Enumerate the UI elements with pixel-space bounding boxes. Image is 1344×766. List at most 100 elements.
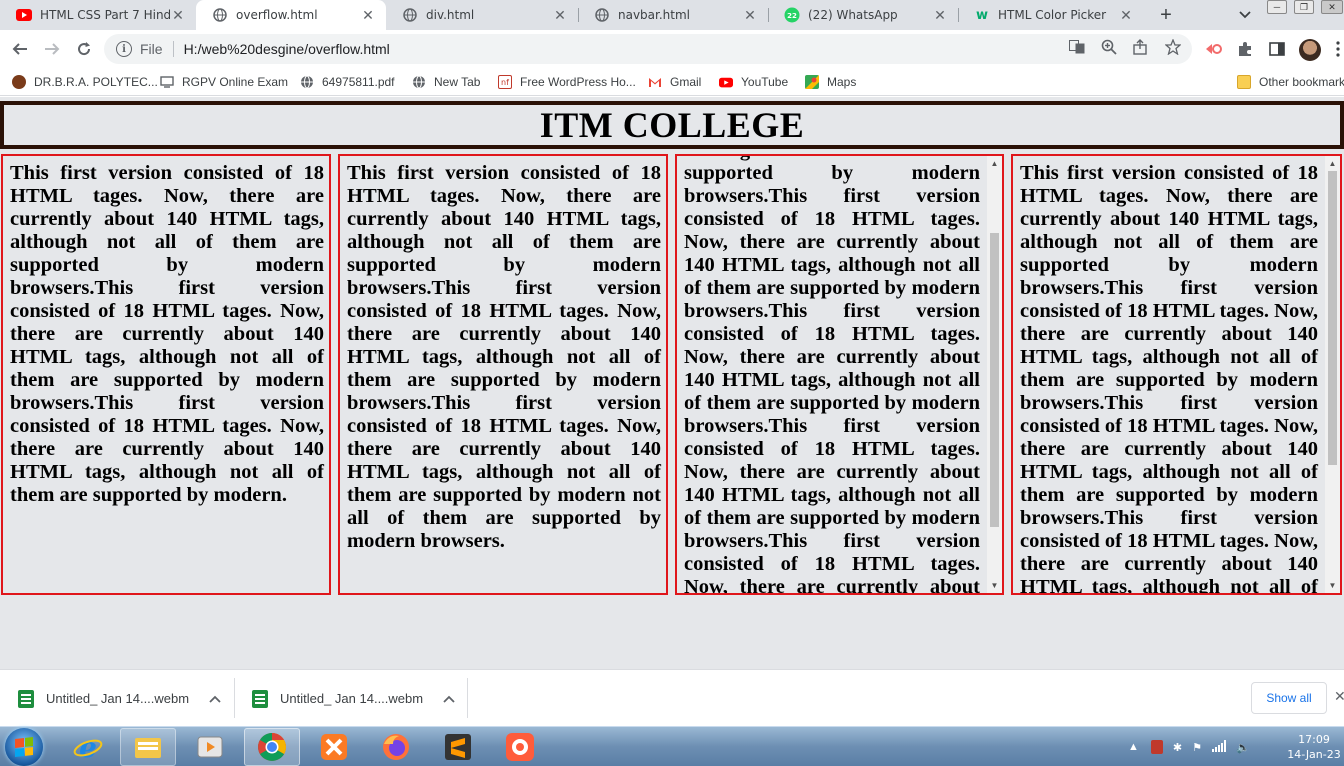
bookmark-gmail[interactable]: Gmail (648, 73, 701, 91)
window-close-button[interactable]: ✕ (1321, 0, 1343, 14)
bookmark-college[interactable]: DR.B.R.A. POLYTEC... (12, 73, 158, 91)
security-icon[interactable] (1150, 740, 1163, 754)
tab-div[interactable]: div.html ✕ (386, 0, 578, 30)
tab-strip: HTML CSS Part 7 Hindi ✕ overflow.html ✕ … (0, 0, 1344, 30)
screen-recorder-icon[interactable] (492, 728, 548, 766)
download-item[interactable]: Untitled_ Jan 14....webm (0, 670, 221, 727)
bookmark-other[interactable]: Other bookmarks (1237, 73, 1344, 91)
side-panel-icon[interactable] (1267, 39, 1287, 59)
show-all-button[interactable]: Show all (1251, 682, 1327, 714)
share-icon[interactable] (1132, 38, 1150, 56)
url-text[interactable]: H:/web%20desgine/overflow.html (184, 41, 390, 57)
sublime-text-icon[interactable] (430, 728, 486, 766)
college-icon (12, 75, 26, 89)
tab-title: HTML Color Picker (998, 8, 1107, 22)
globe-icon (300, 75, 314, 89)
vertical-scrollbar[interactable]: ▲ ▼ (987, 156, 1002, 593)
scroll-down-icon[interactable]: ▼ (987, 578, 1002, 593)
scroll-up-icon[interactable]: ▲ (1325, 156, 1340, 171)
windows-logo-icon (15, 737, 33, 757)
profile-avatar[interactable] (1299, 39, 1321, 61)
box-text: This first version consisted of 18 HTML … (347, 162, 661, 552)
webm-file-icon (18, 689, 34, 708)
tab-search-icon[interactable] (1236, 6, 1254, 24)
bookmark-youtube[interactable]: YouTube (719, 73, 788, 91)
page-title: ITM COLLEGE (539, 105, 805, 145)
wordpress-icon: nf (498, 75, 512, 89)
scrollbar-thumb[interactable] (990, 232, 999, 528)
webm-file-icon (252, 689, 268, 708)
close-icon[interactable]: ✕ (170, 7, 186, 23)
content-box-2: This first version consisted of 18 HTML … (338, 154, 668, 595)
minimize-button[interactable]: ─ (1267, 0, 1287, 14)
content-box-4[interactable]: This first version consisted of 18 HTML … (1011, 154, 1342, 595)
media-player-icon[interactable] (182, 728, 238, 766)
bookmark-star-icon[interactable] (1164, 38, 1182, 56)
box-text: This first version consisted of 18 HTML … (1020, 162, 1318, 595)
bookmark-label: YouTube (741, 75, 789, 89)
youtube-icon (719, 75, 733, 89)
globe-icon (594, 7, 610, 23)
bookmark-new-tab[interactable]: New Tab (412, 73, 480, 91)
box-text: This first version consisted of 18 HTML … (10, 162, 324, 506)
file-explorer-icon[interactable] (120, 728, 176, 766)
chevron-up-icon[interactable] (209, 692, 221, 706)
bookmark-wordpress[interactable]: nf Free WordPress Ho... (498, 73, 636, 91)
close-icon[interactable]: ✕ (360, 7, 376, 23)
reload-button[interactable] (72, 37, 96, 61)
new-tab-button[interactable]: + (1154, 4, 1178, 26)
bookmark-label: Other bookmarks (1259, 75, 1344, 89)
back-button[interactable] (8, 37, 32, 61)
network-signal-icon[interactable] (1211, 739, 1226, 755)
bookmark-pdf[interactable]: 64975811.pdf (300, 73, 395, 91)
menu-icon[interactable] (1332, 39, 1344, 59)
close-icon[interactable]: ✕ (742, 7, 758, 23)
chevron-up-icon[interactable] (443, 692, 455, 706)
firefox-icon[interactable] (368, 728, 424, 766)
address-bar[interactable]: i File H:/web%20desgine/overflow.html (104, 34, 1192, 64)
extensions-icon[interactable] (1235, 39, 1255, 59)
start-button[interactable] (5, 728, 43, 766)
tab-title: (22) WhatsApp (808, 8, 898, 22)
chrome-icon[interactable] (244, 728, 300, 766)
system-clock[interactable]: 17:09 14-Jan-23 (1286, 732, 1342, 762)
info-icon[interactable]: i (116, 41, 132, 57)
internet-explorer-icon[interactable]: e (60, 728, 116, 766)
bookmark-rgpv[interactable]: RGPV Online Exam (160, 73, 288, 91)
translate-icon[interactable] (1068, 38, 1086, 56)
bookmark-label: New Tab (434, 75, 481, 89)
maximize-button[interactable]: ❐ (1294, 0, 1314, 14)
tab-navbar[interactable]: navbar.html ✕ (578, 0, 768, 30)
tab-title: HTML CSS Part 7 Hindi (40, 8, 170, 22)
tab-youtube[interactable]: HTML CSS Part 7 Hindi ✕ (0, 0, 196, 30)
scroll-up-icon[interactable]: ▲ (987, 156, 1002, 171)
downloads-bar: Untitled_ Jan 14....webm Untitled_ Jan 1… (0, 669, 1344, 726)
download-filename: Untitled_ Jan 14....webm (280, 691, 424, 706)
download-item[interactable]: Untitled_ Jan 14....webm (234, 670, 455, 727)
bookmark-label: DR.B.R.A. POLYTEC... (34, 75, 158, 89)
scrollbar-thumb[interactable] (1328, 171, 1337, 466)
tab-color-picker[interactable]: w HTML Color Picker ✕ (958, 0, 1144, 30)
tab-whatsapp[interactable]: 22 (22) WhatsApp ✕ (768, 0, 958, 30)
tab-overflow[interactable]: overflow.html ✕ (196, 0, 386, 30)
bookmark-maps[interactable]: Maps (805, 73, 856, 91)
tab-title: div.html (426, 8, 475, 22)
content-box-3[interactable]: This first version consisted of 18 HTML … (675, 154, 1004, 595)
extension-cast-icon[interactable] (1203, 39, 1223, 59)
whatsapp-icon: 22 (784, 7, 800, 23)
bluetooth-icon[interactable]: ✱ (1173, 741, 1182, 754)
volume-icon[interactable]: 🔈 (1236, 741, 1250, 754)
scroll-down-icon[interactable]: ▼ (1325, 578, 1340, 593)
bookmark-label: Free WordPress Ho... (520, 75, 636, 89)
close-icon[interactable]: ✕ (1118, 7, 1134, 23)
zoom-icon[interactable] (1100, 38, 1118, 56)
action-center-flag-icon[interactable]: ⚑ (1192, 741, 1202, 754)
close-icon[interactable]: ✕ (932, 7, 948, 23)
xampp-icon[interactable] (306, 728, 362, 766)
vertical-scrollbar[interactable]: ▲ ▼ (1325, 156, 1340, 593)
forward-button[interactable] (40, 37, 64, 61)
chevron-up-icon[interactable]: ▲ (1128, 741, 1139, 753)
gmail-icon (648, 75, 662, 89)
close-icon[interactable]: ✕ (1334, 688, 1344, 705)
close-icon[interactable]: ✕ (552, 7, 568, 23)
